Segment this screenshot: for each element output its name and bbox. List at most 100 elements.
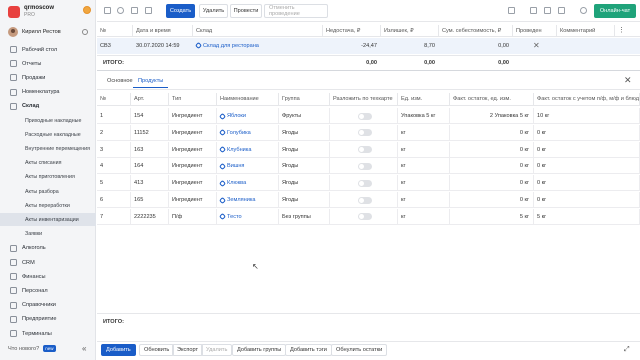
techcard-toggle[interactable] [358, 162, 372, 170]
sidebar-item-20[interactable]: Терминалы [0, 327, 96, 340]
cell-text: 0 кг [537, 146, 547, 153]
cancel-post-button[interactable]: Отменить проведение [264, 4, 328, 18]
cell-type: Ингредиент [169, 108, 217, 124]
sidebar-item-label: Номенклатура [22, 89, 60, 96]
tools-icon[interactable] [530, 7, 537, 14]
delete-row-button[interactable]: Удалить [201, 344, 233, 356]
print-icon[interactable] [145, 7, 152, 14]
close-icon[interactable]: ✕ [624, 75, 632, 86]
sidebar-item-1[interactable]: Отчеты [0, 57, 96, 70]
col-art[interactable]: Арт. [131, 93, 169, 105]
col-name[interactable]: Наименование [217, 93, 279, 105]
col-comment[interactable]: Комментарий [557, 25, 615, 36]
cell-name[interactable]: Тесто [217, 208, 279, 225]
save-icon[interactable] [104, 7, 111, 14]
sidebar-item-7[interactable]: Внутренние перемещения [0, 142, 96, 155]
theme-icon[interactable] [83, 6, 91, 14]
help-icon[interactable] [580, 7, 587, 14]
cell-toggle[interactable] [330, 208, 398, 225]
col-n[interactable]: № [97, 93, 131, 105]
doc-surplus: 8,70 [424, 42, 435, 49]
sidebar-item-18[interactable]: Справочники [0, 299, 96, 312]
cell-toggle[interactable] [330, 108, 398, 124]
delete-button[interactable]: Удалить [199, 4, 228, 18]
copy-icon[interactable] [131, 7, 138, 14]
cell-text: 4 [100, 163, 104, 170]
cell-text: 0 кг [519, 163, 529, 170]
sidebar-item-8[interactable]: Акты списания [0, 157, 96, 170]
list-icon[interactable] [544, 7, 551, 14]
col-warehouse[interactable]: Склад [193, 25, 323, 36]
sidebar-item-13[interactable]: Заявки [0, 228, 96, 241]
cell-name[interactable]: Клюква [217, 175, 279, 192]
refresh-button[interactable]: Обновить [139, 344, 175, 356]
cell-text: кг [401, 129, 406, 136]
post-button[interactable]: Провести [230, 4, 262, 18]
col-surplus[interactable]: Излишек, ₽ [381, 25, 439, 36]
sidebar-item-19[interactable]: Предприятие [0, 313, 96, 326]
sidebar-item-12[interactable]: Акты инвентаризации [0, 213, 96, 227]
col-techcard[interactable]: Разложить по техкарте [330, 93, 398, 105]
export-button[interactable]: Экспорт [172, 344, 204, 356]
sidebar-item-0[interactable]: Рабочий стол [0, 43, 96, 56]
sidebar-item-5[interactable]: Приходные накладные [0, 114, 96, 127]
avatar [8, 27, 18, 37]
col-fact[interactable]: Факт. остаток, ед. изм. [450, 93, 534, 105]
sidebar-item-14[interactable]: Алкоголь [0, 242, 96, 255]
add-button[interactable]: Добавить [101, 344, 136, 356]
cell-text: 0 кг [519, 129, 529, 136]
col-group[interactable]: Группа [279, 93, 330, 105]
cell-text: 0 кг [519, 197, 529, 203]
cell-name[interactable]: Клубника [217, 141, 279, 158]
user-profile[interactable]: Кирилл Рестов [8, 26, 88, 38]
gear-icon[interactable] [82, 29, 88, 35]
col-type[interactable]: Тип [169, 93, 217, 105]
techcard-toggle[interactable] [358, 146, 372, 154]
cell-toggle[interactable] [330, 141, 398, 158]
cell-toggle[interactable] [330, 175, 398, 192]
cell-name[interactable]: Земляника [217, 192, 279, 208]
add-groups-button[interactable]: Добавить группы [232, 344, 287, 356]
cell-name[interactable]: Голубика [217, 124, 279, 141]
col-num[interactable]: № [97, 25, 133, 36]
techcard-toggle[interactable] [358, 129, 372, 137]
sidebar-item-2[interactable]: Продажи [0, 71, 96, 84]
cell-toggle[interactable] [330, 158, 398, 175]
trash-icon[interactable] [558, 7, 565, 14]
cell-name[interactable]: Вишня [217, 158, 279, 175]
expand-icon[interactable]: ⤢ [624, 346, 630, 354]
sidebar-item-4[interactable]: Склад [0, 100, 96, 113]
sidebar-item-15[interactable]: CRM [0, 256, 96, 269]
collapse-sidebar-icon[interactable]: « [82, 344, 86, 353]
add-tags-button[interactable]: Добавить тэги [285, 344, 332, 356]
col-fact-total[interactable]: Факт. остаток с учетом п/ф, м/ф и блюд, … [534, 93, 640, 105]
techcard-toggle[interactable] [358, 213, 372, 221]
sidebar-item-6[interactable]: Расходные накладные [0, 128, 96, 141]
more-icon[interactable]: ⋮ [618, 26, 625, 34]
col-cost[interactable]: Сум. себестоимость, ₽ [439, 25, 513, 36]
tab-products[interactable]: Продукты [133, 74, 169, 88]
sidebar-item-10[interactable]: Акты разбора [0, 185, 96, 198]
techcard-toggle[interactable] [358, 196, 372, 204]
refresh-icon[interactable] [117, 7, 124, 14]
techcard-toggle[interactable] [358, 179, 372, 187]
cell-toggle[interactable] [330, 124, 398, 141]
barcode-icon[interactable] [508, 7, 515, 14]
whats-new[interactable]: Что нового? new [8, 345, 56, 352]
cell-toggle[interactable] [330, 192, 398, 208]
col-posted[interactable]: Проведен [513, 25, 557, 36]
zero-stock-button[interactable]: Обнулить остатки [331, 344, 388, 356]
col-shortage[interactable]: Недостача, ₽ [323, 25, 381, 36]
col-date[interactable]: Дата и время [133, 25, 193, 36]
sidebar-item-17[interactable]: Персонал [0, 284, 96, 297]
sidebar-item-9[interactable]: Акты приготовления [0, 171, 96, 184]
sidebar-item-11[interactable]: Акты переработки [0, 199, 96, 212]
cell-name[interactable]: Яблоки [217, 108, 279, 124]
online-chat-button[interactable]: Онлайн-чат [594, 4, 636, 18]
sidebar-item-16[interactable]: Финансы [0, 270, 96, 283]
techcard-toggle[interactable] [358, 112, 372, 120]
sidebar-item-3[interactable]: Номенклатура [0, 86, 96, 99]
col-unit[interactable]: Ед. изм. [398, 93, 450, 105]
create-button[interactable]: Создать [166, 4, 195, 18]
doc-warehouse[interactable]: Склад для ресторана [193, 39, 323, 52]
